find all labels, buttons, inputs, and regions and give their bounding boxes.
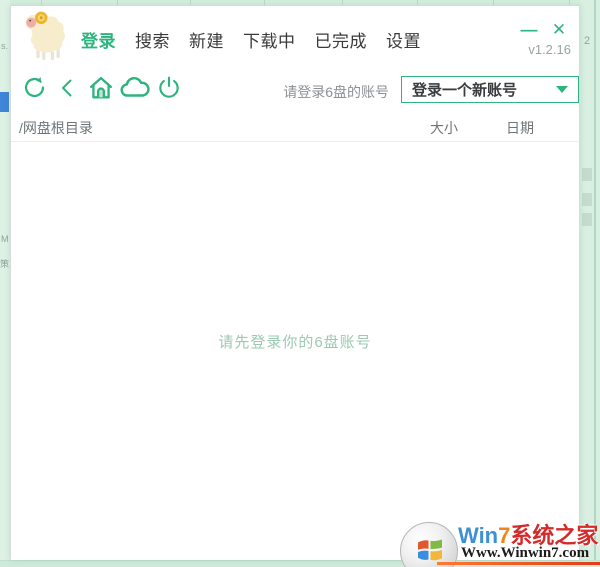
background-fragment: 2 xyxy=(584,35,591,47)
menu-tab-settings[interactable]: 设置 xyxy=(386,27,421,52)
home-button[interactable] xyxy=(86,75,116,105)
app-logo-sheep-icon xyxy=(23,10,69,62)
cloud-icon xyxy=(119,75,151,105)
background-fragment xyxy=(582,193,592,206)
title-bar: 登录 搜索 新建 下载中 已完成 设置 — ✕ v1.2.16 xyxy=(11,6,579,64)
file-list-header: /网盘根目录 大小 日期 xyxy=(11,113,579,142)
menu-tab-search[interactable]: 搜索 xyxy=(135,27,170,52)
background-fragment xyxy=(0,92,9,112)
file-list-area: 请先登录你的6盘账号 xyxy=(11,143,579,560)
login-hint-label: 请登录6盘的账号 xyxy=(283,84,389,100)
toolbar: 请登录6盘的账号 登录一个新账号 xyxy=(11,68,579,112)
main-menu: 登录 搜索 新建 下载中 已完成 设置 xyxy=(81,27,421,52)
windows-logo-icon xyxy=(400,522,458,567)
refresh-button[interactable] xyxy=(19,75,49,105)
background-right-strip: 2 xyxy=(580,0,600,567)
empty-state-message: 请先登录你的6盘账号 xyxy=(218,334,372,351)
menu-tab-completed[interactable]: 已完成 xyxy=(315,27,368,52)
menu-tab-downloading[interactable]: 下载中 xyxy=(243,27,296,52)
back-icon xyxy=(56,76,80,105)
watermark-url: Www.Winwin7.com xyxy=(461,545,590,561)
watermark-underline xyxy=(437,562,600,565)
menu-tab-new[interactable]: 新建 xyxy=(189,27,224,52)
home-icon xyxy=(87,74,115,107)
back-button[interactable] xyxy=(57,75,79,105)
close-button[interactable]: ✕ xyxy=(549,20,569,40)
minimize-button[interactable]: — xyxy=(519,20,539,40)
refresh-icon xyxy=(21,74,48,106)
cloud-button[interactable] xyxy=(118,75,152,105)
background-fragment: s. xyxy=(1,41,9,51)
power-button[interactable] xyxy=(154,75,184,105)
power-icon xyxy=(156,75,182,106)
desktop-background: s. M 策 2 登录 搜索 新建 下载中 已完成 设置 — ✕ v1.2.16… xyxy=(0,0,600,567)
date-column-header: 日期 xyxy=(506,120,534,136)
watermark: Win7系统之家 Www.Winwin7.com xyxy=(398,518,600,567)
window-controls: — ✕ xyxy=(519,20,569,40)
account-dropdown-value: 登录一个新账号 xyxy=(412,82,518,99)
size-column-header: 大小 xyxy=(430,120,458,136)
background-fragment xyxy=(582,213,592,226)
account-dropdown[interactable]: 登录一个新账号 xyxy=(401,76,579,103)
chevron-down-icon xyxy=(556,86,568,93)
background-fragment xyxy=(582,168,592,181)
background-divider xyxy=(594,0,596,567)
background-left-strip: s. M 策 xyxy=(0,0,10,567)
menu-tab-login[interactable]: 登录 xyxy=(81,27,116,52)
background-fragment: 策 xyxy=(0,259,10,269)
app-window: 登录 搜索 新建 下载中 已完成 设置 — ✕ v1.2.16 请登录6盘的账号… xyxy=(10,5,580,560)
background-fragment: M xyxy=(1,234,9,244)
path-header: /网盘根目录 xyxy=(19,120,93,136)
version-label: v1.2.16 xyxy=(528,42,571,57)
